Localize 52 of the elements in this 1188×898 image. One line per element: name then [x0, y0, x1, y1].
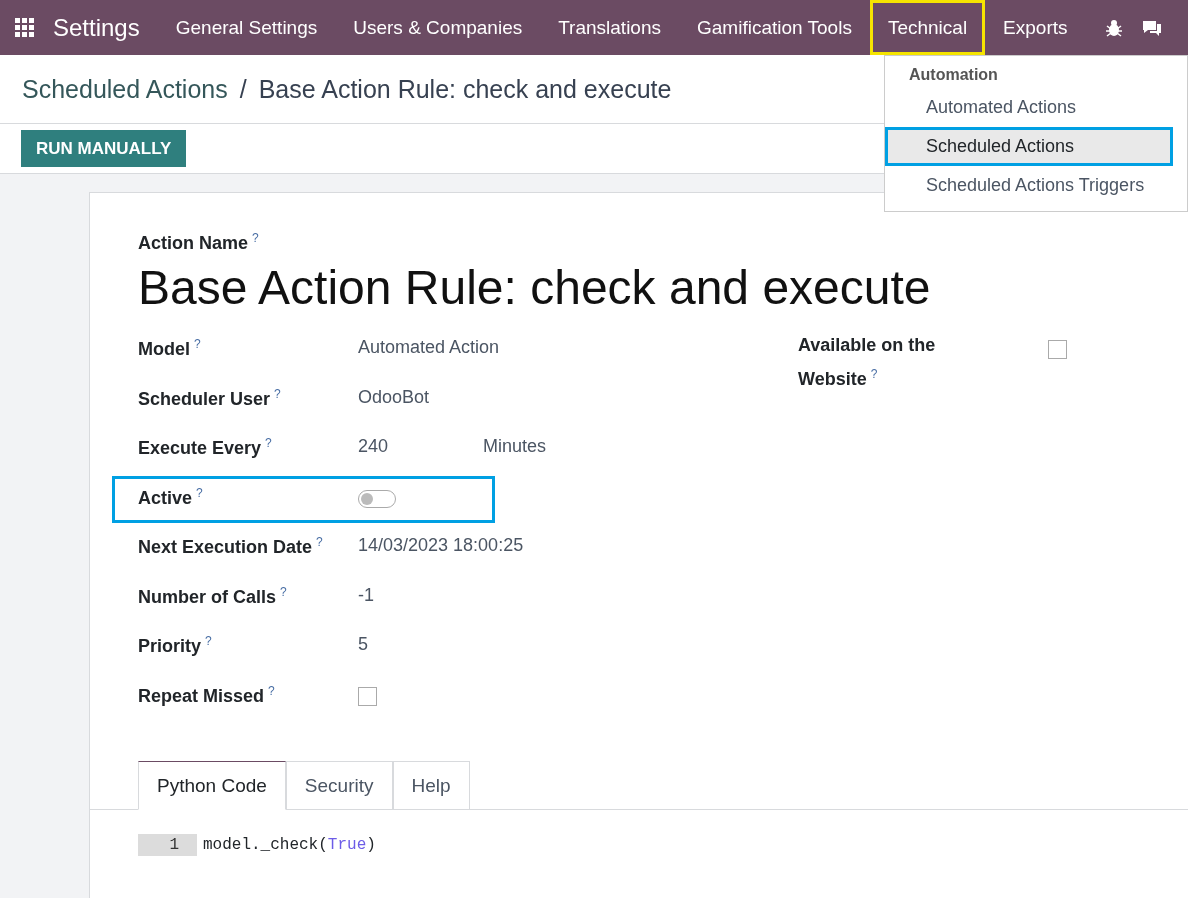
field-label: Available on the Website $^{?}$: [798, 334, 937, 391]
breadcrumb-link[interactable]: Scheduled Actions: [22, 74, 228, 104]
field-value[interactable]: 14/03/2023 18:00:25: [358, 535, 524, 556]
field-value[interactable]: -1: [358, 584, 374, 606]
nav-menu-item[interactable]: Gamification Tools: [679, 0, 870, 55]
interval-number-field[interactable]: 240: [358, 436, 389, 457]
help-tooltip-mark[interactable]: ?: [205, 634, 212, 648]
field-label: Repeat Missed $^{?}$: [138, 683, 276, 707]
run-manually-button[interactable]: RUN MANUALLY: [21, 130, 187, 167]
field-value[interactable]: OdooBot: [358, 386, 430, 408]
checkbox[interactable]: [358, 686, 377, 706]
dropdown-menu-item[interactable]: Scheduled Actions Triggers: [885, 166, 1187, 205]
breadcrumb-separator: /: [239, 74, 247, 104]
breadcrumb-current: Base Action Rule: check and execute: [258, 74, 672, 104]
field-value[interactable]: Automated Action: [358, 337, 500, 358]
help-tooltip-mark[interactable]: ?: [194, 337, 201, 351]
field-label: Number of Calls $^{?}$: [138, 584, 288, 608]
field-label: Scheduler User $^{?}$: [138, 386, 282, 410]
app-title: Settings: [53, 13, 140, 42]
nav-menu-item[interactable]: Users & Companies: [335, 0, 541, 55]
field-label: Priority $^{?}$: [138, 634, 213, 657]
help-tooltip-mark[interactable]: ?: [870, 367, 878, 381]
help-tooltip-mark[interactable]: ?: [252, 231, 259, 245]
help-tooltip-mark[interactable]: ?: [274, 386, 281, 401]
action-name-label: Action Name $^{?}$: [138, 231, 260, 254]
apps-menu-icon[interactable]: [15, 17, 35, 38]
notebook-tab[interactable]: Security: [285, 761, 393, 810]
field-label: Next Execution Date $^{?}$: [138, 535, 324, 558]
line-number: 1: [138, 834, 197, 856]
dropdown-menu-item[interactable]: Automated Actions: [885, 88, 1187, 127]
help-tooltip-mark[interactable]: ?: [280, 584, 287, 599]
checkbox[interactable]: [1048, 340, 1067, 359]
field-label: Model $^{?}$: [138, 337, 202, 360]
field-label: Active $^{?}$: [138, 485, 204, 509]
field-value[interactable]: 5: [358, 634, 368, 655]
nav-menu-item[interactable]: Translations: [540, 0, 679, 55]
dropdown-menu-item[interactable]: Scheduled Actions: [885, 127, 1173, 166]
nav-menu-item[interactable]: General Settings: [157, 0, 336, 55]
notebook-tab[interactable]: Python Code: [138, 761, 286, 810]
code-line[interactable]: model._check(True): [203, 836, 376, 854]
notebook-tab[interactable]: Help: [392, 761, 470, 810]
nav-menu-item[interactable]: Exports: [985, 0, 1086, 55]
help-tooltip-mark[interactable]: ?: [196, 485, 203, 500]
nav-menu-item[interactable]: Technical: [869, 0, 986, 55]
menu-section-header: Automation: [908, 65, 999, 85]
field-label: Execute Every $^{?}$: [138, 436, 273, 459]
bug-icon[interactable]: [1103, 17, 1124, 38]
interval-unit-field[interactable]: Minutes: [483, 436, 547, 457]
action-name-field[interactable]: Base Action Rule: check and execute: [138, 260, 1188, 315]
help-tooltip-mark[interactable]: ?: [316, 535, 323, 549]
help-tooltip-mark[interactable]: ?: [268, 683, 275, 698]
help-tooltip-mark[interactable]: ?: [265, 436, 272, 450]
